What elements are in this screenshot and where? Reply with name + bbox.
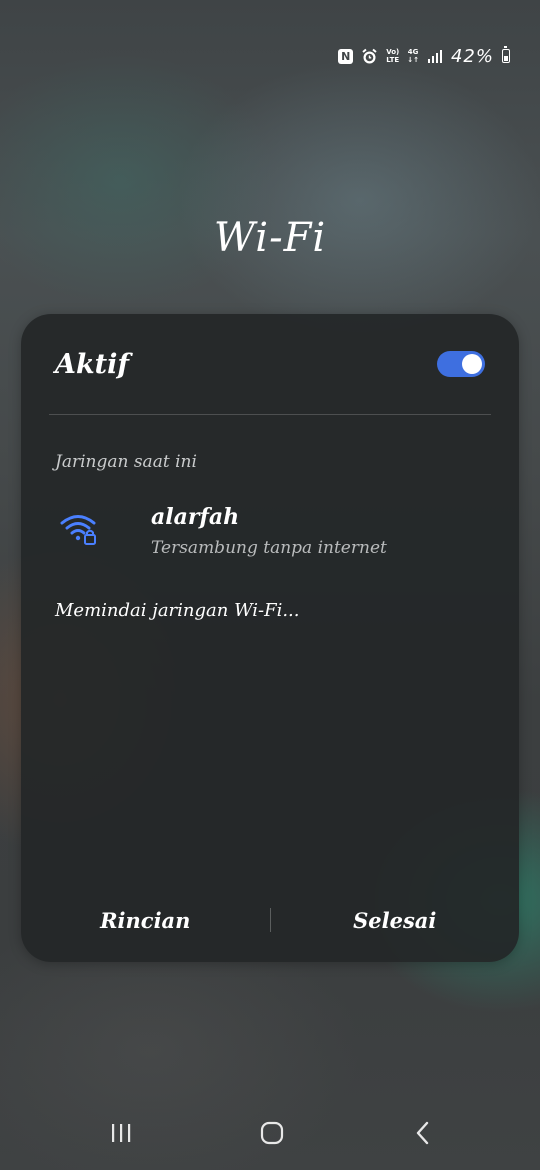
4g-icon: 4G ↓↑: [407, 48, 419, 64]
battery-icon: [502, 46, 510, 63]
divider: [49, 414, 491, 415]
wifi-toggle-row[interactable]: Aktif: [55, 344, 485, 384]
home-button[interactable]: [249, 1112, 295, 1158]
back-button[interactable]: [400, 1112, 446, 1158]
toggle-knob: [462, 354, 482, 374]
wifi-toggle-switch[interactable]: [437, 351, 485, 377]
alarm-icon: [361, 48, 378, 65]
network-name: alarfah: [151, 504, 240, 530]
scanning-text: Memindai jaringan Wi-Fi...: [55, 600, 300, 621]
current-network-header: Jaringan saat ini: [55, 452, 197, 472]
done-button[interactable]: Selesai: [271, 908, 520, 933]
status-bar: N Vo) LTE 4G ↓↑ 42%: [338, 42, 510, 70]
home-icon: [259, 1120, 285, 1150]
nfc-icon: N: [338, 48, 354, 64]
wifi-toggle-label: Aktif: [55, 348, 129, 380]
signal-icon: [427, 49, 443, 63]
page-title: Wi-Fi: [213, 215, 327, 261]
volte-icon: Vo) LTE: [386, 48, 400, 64]
card-actions: Rincian Selesai: [21, 900, 519, 940]
back-icon: [413, 1120, 433, 1150]
details-button[interactable]: Rincian: [21, 908, 270, 933]
network-status: Tersambung tanpa internet: [151, 538, 387, 558]
network-item-alarfah[interactable]: alarfah Tersambung tanpa internet: [55, 500, 485, 570]
wifi-panel: Aktif Jaringan saat ini alarfah Tersambu…: [21, 314, 519, 962]
wifi-locked-icon: [59, 512, 99, 546]
recents-icon: [109, 1122, 133, 1148]
navigation-bar: [0, 1112, 540, 1158]
recents-button[interactable]: [98, 1112, 144, 1158]
battery-percent: 42%: [450, 45, 494, 67]
